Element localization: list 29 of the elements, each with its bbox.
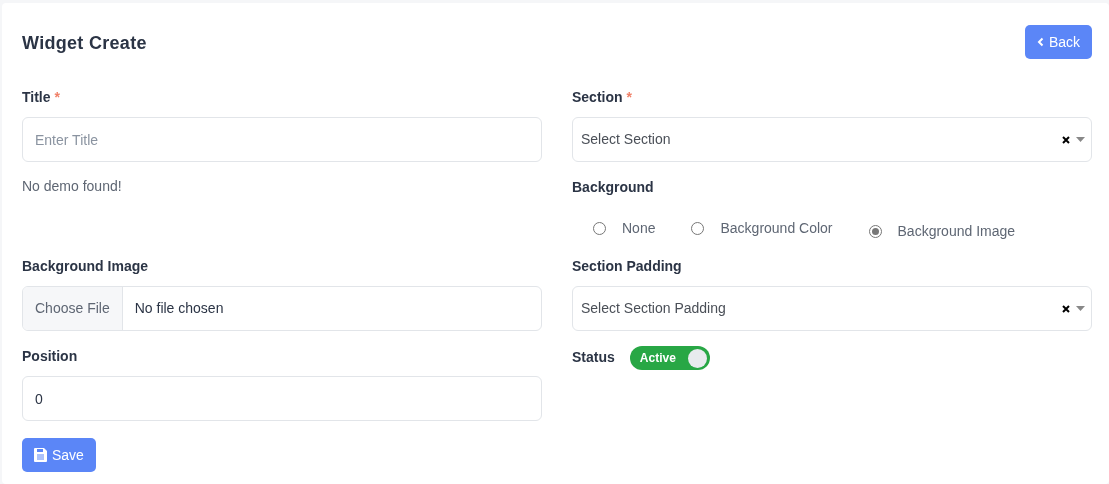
title-input[interactable]: Enter Title [22,117,542,162]
field-label: Background [572,178,654,197]
choose-file-button[interactable]: Choose File [23,287,123,330]
file-status-text: No file chosen [133,299,224,318]
dropdown-arrow-icon[interactable] [1076,306,1085,311]
required-mark: * [626,89,632,105]
clear-icon[interactable] [1062,135,1070,144]
radio-label[interactable]: Background Image [897,221,1016,242]
dropdown-arrow-icon[interactable] [1076,137,1085,142]
field-label: Status [572,348,615,367]
field-label: Section Padding [572,257,682,276]
radio-label[interactable]: Background Color [720,218,833,239]
field-label: Background Image [22,257,149,276]
radio-label[interactable]: None [622,218,656,239]
clear-icon[interactable] [1062,304,1070,313]
required-mark: * [54,89,60,105]
status-toggle[interactable]: Active [629,346,710,370]
select-field[interactable]: Select Section [572,117,1092,162]
page-title: Widget Create [22,33,147,55]
field-label: Position [22,347,78,366]
field-label: Title [22,89,51,105]
save-button[interactable]: Save [22,438,96,472]
select-field[interactable]: Select Section Padding [572,286,1092,331]
file-input[interactable]: Choose File No file chosen [22,286,542,331]
field-label: Section [572,89,623,105]
back-button[interactable]: Back [1024,25,1092,59]
position-input[interactable]: 0 [22,376,542,421]
empty-message: No demo found! [22,177,123,196]
chevron-left-icon [1036,37,1044,47]
